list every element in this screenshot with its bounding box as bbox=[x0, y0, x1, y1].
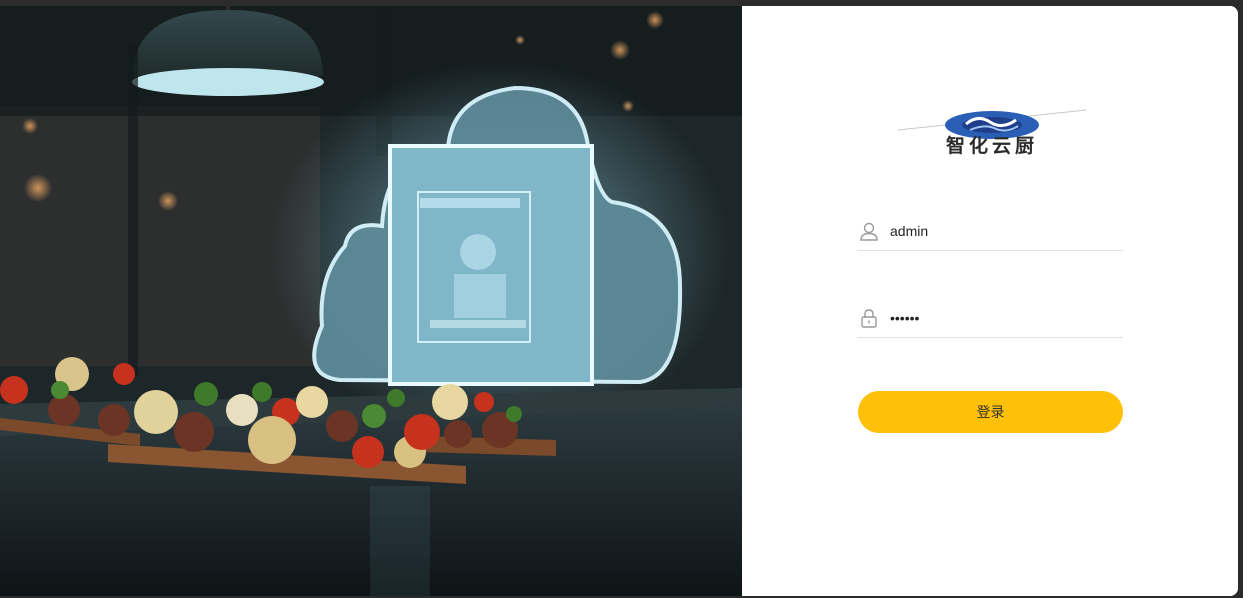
login-panel: 智化云厨 登录 bbox=[742, 6, 1238, 596]
hero-illustration bbox=[0, 6, 742, 596]
lock-icon bbox=[858, 307, 880, 329]
user-icon bbox=[858, 220, 880, 242]
password-input[interactable] bbox=[890, 310, 1110, 326]
hero-image bbox=[0, 6, 742, 596]
brand-logo: 智化云厨 bbox=[897, 104, 1087, 162]
username-input[interactable] bbox=[890, 223, 1110, 239]
logo-text: 智化云厨 bbox=[945, 135, 1038, 157]
login-window: 智化云厨 登录 bbox=[0, 6, 1238, 596]
password-field bbox=[857, 299, 1123, 338]
username-field bbox=[857, 212, 1123, 251]
login-button[interactable]: 登录 bbox=[858, 391, 1123, 433]
